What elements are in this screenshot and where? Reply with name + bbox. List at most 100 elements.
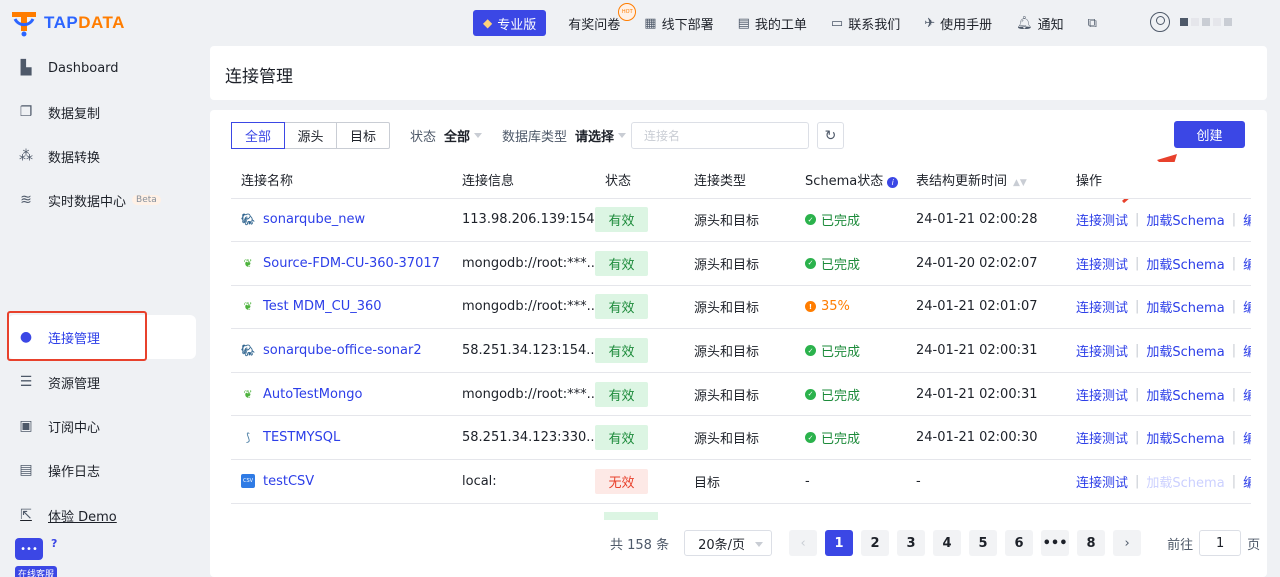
tab-source[interactable]: 源头: [285, 123, 337, 148]
top-bar: TAPDATA ◆ 专业版 有奖问卷 HOT ▦ 线下部署 ▤ 我的工单 ▭ 联…: [0, 0, 1280, 46]
connection-info: mongodb://root:***...: [452, 285, 595, 330]
prev-page-button[interactable]: ‹: [789, 530, 818, 556]
info-icon[interactable]: i: [887, 177, 899, 189]
connection-type: 源头和目标: [684, 415, 795, 461]
tapdata-logo[interactable]: TAPDATA: [10, 9, 125, 37]
test-connection-link[interactable]: 连接测试: [1076, 341, 1128, 360]
page-title: 连接管理: [225, 67, 293, 87]
connection-name-link[interactable]: 🐘︎ sonarqube-office-sonar2: [241, 343, 452, 358]
edit-link[interactable]: 编辑: [1243, 385, 1251, 404]
highlight-annotation: [7, 311, 147, 361]
next-page-button[interactable]: ›: [1113, 530, 1142, 556]
connection-name-link[interactable]: ⟆ TESTMYSQL: [241, 430, 452, 445]
edit-link[interactable]: 编辑: [1243, 210, 1251, 229]
page-button[interactable]: 6: [1005, 530, 1034, 556]
sidebar-item-subscription-center[interactable]: ▣ 订阅中心: [8, 404, 196, 448]
nav-my-tickets[interactable]: ▤ 我的工单: [738, 14, 807, 33]
page-button[interactable]: 4: [933, 530, 962, 556]
tab-target[interactable]: 目标: [337, 123, 389, 148]
status-badge: 有效: [595, 338, 648, 364]
sidebar-item-data-transform[interactable]: ⁂ 数据转换: [8, 134, 196, 178]
connection-name-link[interactable]: CSV testCSV: [241, 474, 452, 489]
sidebar-item-demo[interactable]: ⇱ 体验 Demo: [8, 493, 196, 537]
top-nav: ◆ 专业版 有奖问卷 HOT ▦ 线下部署 ▤ 我的工单 ▭ 联系我们 ✈ 使用…: [473, 2, 1121, 36]
nav-contact-us[interactable]: ▭ 联系我们: [831, 14, 900, 33]
edit-link[interactable]: 编辑: [1243, 472, 1251, 491]
edit-link[interactable]: 编辑: [1243, 428, 1251, 447]
sidebar-item-dashboard[interactable]: ▙ Dashboard: [8, 46, 196, 90]
logo-mark-icon: [12, 12, 36, 37]
connection-name-link[interactable]: ❦ AutoTestMongo: [241, 387, 452, 402]
edit-link[interactable]: 编辑: [1243, 254, 1251, 273]
connection-info: mongodb://root:***...: [452, 241, 595, 286]
connection-name-link[interactable]: ❦ Test MDM_CU_360: [241, 299, 452, 314]
load-schema-link[interactable]: 加载Schema: [1146, 428, 1224, 447]
hot-badge: HOT: [618, 2, 637, 21]
page-size-select[interactable]: 20条/页: [684, 530, 773, 556]
table-row: 🐘︎ sonarqube-office-sonar2 58.251.34.123…: [231, 328, 1251, 373]
page-button[interactable]: 3: [897, 530, 926, 556]
connection-name-search-input[interactable]: [631, 122, 809, 149]
nav-offline-deploy[interactable]: ▦ 线下部署: [644, 14, 713, 33]
table-header: 连接名称 连接信息 状态 连接类型 Schema状态 i 表结构更新时间 ▲▼ 操作: [231, 162, 1251, 199]
create-connection-button[interactable]: 创建: [1174, 121, 1245, 148]
test-connection-link[interactable]: 连接测试: [1076, 210, 1128, 229]
col-update-time[interactable]: 表结构更新时间 ▲▼: [906, 162, 1066, 199]
refresh-icon: ↻: [824, 127, 837, 144]
schema-update-time: 24-01-21 02:00:28: [906, 198, 1066, 243]
title-card: 连接管理: [210, 46, 1267, 100]
sidebar-item-operation-log[interactable]: ▤ 操作日志: [8, 448, 196, 492]
masked-username: [1180, 18, 1232, 26]
language-switch[interactable]: ⧉: [1088, 16, 1097, 31]
pro-edition-button[interactable]: ◆ 专业版: [473, 10, 547, 36]
test-connection-link[interactable]: 连接测试: [1076, 297, 1128, 316]
page-button[interactable]: 8: [1077, 530, 1106, 556]
load-schema-link[interactable]: 加载Schema: [1146, 254, 1224, 273]
chevron-down-icon: [474, 133, 483, 138]
nav-survey[interactable]: 有奖问卷 HOT: [568, 2, 637, 33]
deploy-icon: ▦: [644, 15, 657, 31]
test-connection-link[interactable]: 连接测试: [1076, 254, 1128, 273]
status-filter-select[interactable]: 全部: [444, 126, 470, 145]
schema-update-time: 24-01-21 02:00:31: [906, 328, 1066, 373]
online-support-widget[interactable]: ••• ? 在线客服: [15, 537, 59, 577]
connection-name-link[interactable]: ❦ Source-FDM-CU-360-37017: [241, 256, 452, 271]
check-circle-icon: ✓: [805, 388, 816, 400]
more-pages-button[interactable]: •••: [1041, 530, 1070, 556]
page-button[interactable]: 1: [825, 530, 854, 556]
test-connection-link[interactable]: 连接测试: [1076, 472, 1128, 491]
question-mark: ?: [51, 537, 58, 550]
table-row: ❦ AutoTestMongo mongodb://root:***... 有效…: [231, 372, 1251, 417]
edit-link[interactable]: 编辑: [1243, 297, 1251, 316]
sidebar-item-resource-management[interactable]: ☰ 资源管理: [8, 360, 196, 404]
load-schema-link[interactable]: 加载Schema: [1146, 341, 1224, 360]
load-schema-link[interactable]: 加载Schema: [1146, 385, 1224, 404]
connection-type: 目标: [684, 459, 795, 504]
nav-notifications[interactable]: 🔔︎ 通知: [1016, 14, 1064, 33]
page-button[interactable]: 5: [969, 530, 998, 556]
dbtype-filter-select[interactable]: 请选择: [575, 126, 614, 145]
page-numbers: 1 2 3 4 5 6 ••• 8: [825, 530, 1113, 556]
edit-link[interactable]: 编辑: [1243, 341, 1251, 360]
dbtype-filter-label: 数据库类型: [502, 130, 568, 145]
nav-user-manual[interactable]: ✈ 使用手册: [924, 14, 992, 33]
schema-status: ✓ 已完成: [805, 341, 906, 360]
schema-update-time: 24-01-20 02:02:07: [906, 241, 1066, 286]
page-button[interactable]: 2: [861, 530, 890, 556]
table-row: ❦ Source-FDM-CU-360-37017 mongodb://root…: [231, 241, 1251, 286]
connection-name-link[interactable]: 🐘︎ sonarqube_new: [241, 212, 452, 227]
tab-all[interactable]: 全部: [231, 122, 285, 149]
refresh-button[interactable]: ↻: [817, 122, 844, 149]
sort-icon[interactable]: ▲▼: [1013, 178, 1027, 188]
sidebar-item-data-replication[interactable]: ❐ 数据复制: [8, 90, 196, 134]
list-icon: ☰: [19, 374, 33, 390]
user-menu[interactable]: [1150, 12, 1232, 32]
goto-page-input[interactable]: [1199, 530, 1242, 556]
connection-info: 113.98.206.139:154...: [452, 198, 595, 243]
test-connection-link[interactable]: 连接测试: [1076, 428, 1128, 447]
sidebar-item-realtime-data-center[interactable]: ≋ 实时数据中心 Beta: [8, 178, 196, 222]
nodes-icon: ⁂: [19, 148, 33, 164]
load-schema-link[interactable]: 加载Schema: [1146, 210, 1224, 229]
load-schema-link[interactable]: 加载Schema: [1146, 297, 1224, 316]
test-connection-link[interactable]: 连接测试: [1076, 385, 1128, 404]
